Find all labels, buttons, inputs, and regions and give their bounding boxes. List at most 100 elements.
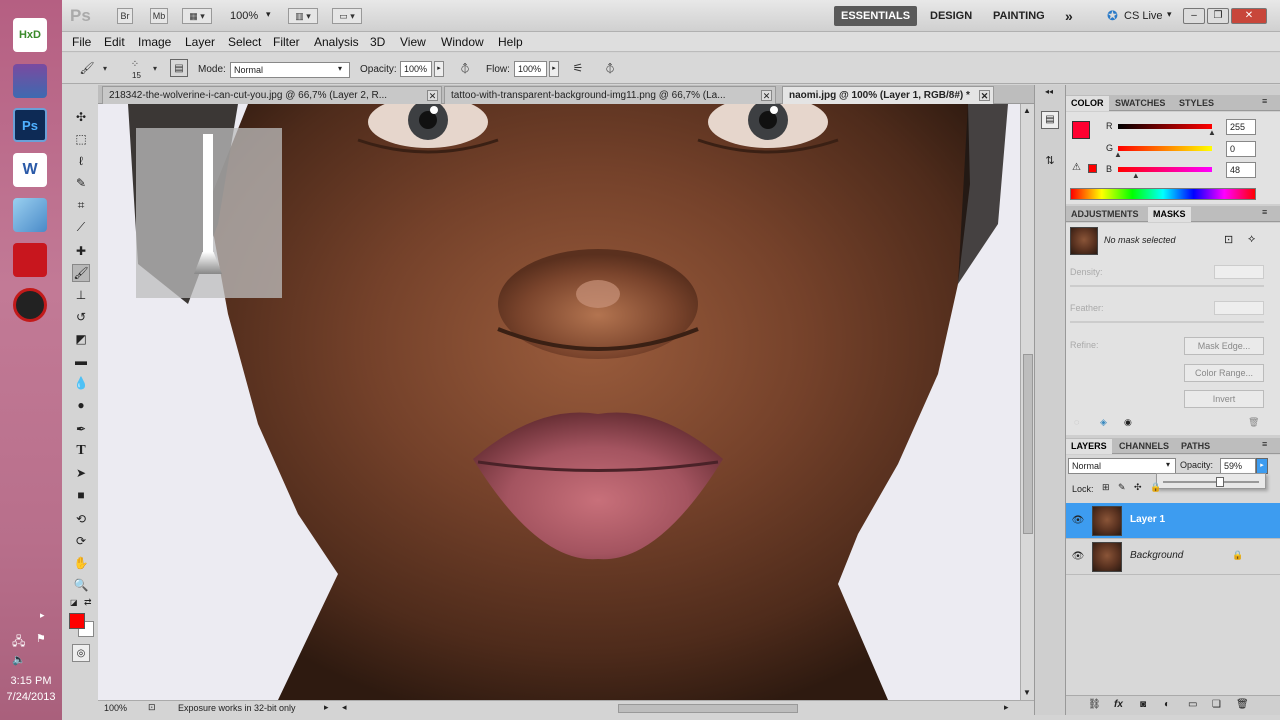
menu-select[interactable]: Select [228, 35, 261, 49]
color-range-button[interactable]: Color Range... [1184, 364, 1264, 382]
menu-filter[interactable]: Filter [273, 35, 300, 49]
vertical-scrollbar[interactable]: ▲ ▼ [1020, 104, 1034, 700]
blur-tool-icon[interactable]: 💧 [72, 374, 90, 392]
adjustment-layer-icon[interactable]: ◐ [1164, 699, 1170, 710]
vm-icon[interactable] [13, 198, 47, 232]
gradient-tool-icon[interactable]: ▬ [72, 352, 90, 370]
b-field[interactable]: 48 [1226, 162, 1256, 178]
menu-image[interactable]: Image [138, 35, 171, 49]
quick-selection-tool-icon[interactable]: ✎ [72, 174, 90, 192]
b-thumb[interactable]: ▲ [1132, 171, 1140, 180]
acrobat-icon[interactable] [13, 243, 47, 277]
apply-mask-icon[interactable]: ◈ [1100, 417, 1107, 428]
swap-colors-icon[interactable]: ⇄ [84, 597, 92, 608]
load-selection-icon[interactable]: ◌ [1074, 417, 1079, 427]
zoom-dropdown-icon[interactable]: ▾ [266, 9, 271, 20]
r-thumb[interactable]: ▲ [1208, 128, 1216, 137]
quick-mask-icon[interactable]: ◎ [72, 644, 90, 662]
menu-layer[interactable]: Layer [185, 35, 215, 49]
lasso-tool-icon[interactable]: ℓ [72, 152, 90, 170]
winrar-icon[interactable] [13, 64, 47, 98]
gamut-warning-icon[interactable]: ⚠ [1072, 162, 1081, 173]
tab-adjustments[interactable]: ADJUSTMENTS [1066, 207, 1144, 222]
zoom-tool-icon[interactable]: 🔍 [72, 576, 90, 594]
color-spectrum-ramp[interactable] [1070, 188, 1256, 200]
cslive-button[interactable]: CS Live [1124, 10, 1163, 22]
opacity-slider-track[interactable] [1163, 477, 1259, 487]
3d-rotate-tool-icon[interactable]: ⟲ [72, 510, 90, 528]
close-button[interactable]: ✕ [1231, 8, 1267, 24]
menu-view[interactable]: View [400, 35, 426, 49]
blend-dropdown-icon[interactable]: ▾ [1166, 460, 1170, 469]
feather-field[interactable] [1214, 301, 1264, 315]
view-extras-button[interactable]: ▦ ▾ [182, 8, 212, 24]
workspace-design[interactable]: DESIGN [923, 6, 979, 26]
layer-name[interactable]: Layer 1 [1130, 514, 1165, 525]
add-mask-icon[interactable]: ◙ [1140, 699, 1146, 710]
hxd-icon[interactable]: HxD [13, 18, 47, 52]
brush-tool-icon[interactable]: 🖌 [72, 264, 90, 282]
default-colors-icon[interactable]: ◪ [70, 598, 78, 607]
actions-panel-icon[interactable]: ⇅ [1041, 153, 1059, 171]
marquee-tool-icon[interactable]: ⬚ [72, 130, 90, 148]
opacity-slider-thumb[interactable] [1215, 477, 1224, 487]
arrange-documents-button[interactable]: ▥ ▾ [288, 8, 318, 24]
lock-image-icon[interactable]: ✎ [1118, 482, 1126, 493]
move-tool-icon[interactable]: ✣ [72, 108, 90, 126]
layer-name[interactable]: Background [1130, 550, 1183, 561]
color-fg-swatch[interactable] [1072, 121, 1090, 139]
menu-edit[interactable]: Edit [104, 35, 125, 49]
preset-dropdown-icon[interactable]: ▾ [96, 59, 114, 77]
delete-mask-icon[interactable]: 🗑 [1248, 417, 1259, 428]
scroll-up-icon[interactable]: ▲ [1023, 106, 1031, 115]
tab-layers[interactable]: LAYERS [1066, 439, 1112, 454]
bridge-button[interactable]: Br [117, 8, 133, 24]
restore-button[interactable]: ❐ [1207, 8, 1229, 24]
gamut-swatch[interactable] [1088, 164, 1097, 173]
photoshop-taskbar-icon[interactable]: Ps [13, 108, 47, 142]
layer-opacity-arrow[interactable]: ▸ [1256, 458, 1268, 474]
feather-slider[interactable] [1070, 321, 1264, 323]
scroll-down-icon[interactable]: ▼ [1023, 688, 1031, 697]
r-field[interactable]: 255 [1226, 119, 1256, 135]
tab-channels[interactable]: CHANNELS [1114, 439, 1174, 454]
invert-button[interactable]: Invert [1184, 390, 1264, 408]
tab-naomi[interactable]: naomi.jpg @ 100% (Layer 1, RGB/8#) * ✕ [782, 86, 994, 104]
layer-opacity-slider-popup[interactable] [1156, 473, 1266, 489]
type-tool-icon[interactable]: T [72, 442, 90, 460]
tab-swatches[interactable]: SWATCHES [1110, 96, 1170, 111]
density-field[interactable] [1214, 265, 1264, 279]
mediaplayer-icon[interactable] [13, 288, 47, 322]
mode-select[interactable]: Normal [230, 62, 350, 78]
new-group-icon[interactable]: ▭ [1188, 699, 1197, 710]
blend-mode-select[interactable]: Normal [1068, 458, 1176, 474]
visibility-eye-icon[interactable]: 👁 [1071, 514, 1085, 528]
tablet-pressure-size-icon[interactable]: ⦽ [601, 59, 619, 77]
menu-help[interactable]: Help [498, 35, 523, 49]
airbrush-icon[interactable]: ⚟ [569, 59, 587, 77]
lock-transparent-icon[interactable]: ⊞ [1102, 482, 1110, 493]
add-vector-mask-icon[interactable]: ⟡ [1248, 233, 1255, 246]
tab-wolverine[interactable]: 218342-the-wolverine-i-can-cut-you.jpg @… [102, 86, 442, 104]
flow-slider-arrow[interactable]: ▸ [549, 61, 559, 77]
scroll-thumb[interactable] [1023, 354, 1033, 534]
screen-mode-button[interactable]: ▭ ▾ [332, 8, 362, 24]
more-workspaces-icon[interactable]: » [1058, 6, 1080, 26]
clock-time[interactable]: 3:15 PM [0, 675, 62, 687]
workspace-painting[interactable]: PAINTING [986, 6, 1052, 26]
word-icon[interactable]: W [13, 153, 47, 187]
cslive-icon[interactable]: ✪ [1107, 8, 1118, 24]
menu-window[interactable]: Window [441, 35, 484, 49]
pen-tool-icon[interactable]: ✒ [72, 420, 90, 438]
brush-preset-icon[interactable]: 🖌 [78, 59, 96, 77]
hscroll-left-icon[interactable]: ◂ [342, 702, 347, 713]
eyedropper-tool-icon[interactable]: ⟋ [72, 218, 90, 236]
opacity-slider-arrow[interactable]: ▸ [434, 61, 444, 77]
add-pixel-mask-icon[interactable]: ⊡ [1224, 233, 1233, 246]
link-layers-icon[interactable]: ⛓ [1088, 699, 1101, 710]
lock-position-icon[interactable]: ✣ [1134, 482, 1142, 493]
close-tab-icon[interactable]: ✕ [761, 90, 772, 101]
minimize-button[interactable]: – [1183, 8, 1205, 24]
tab-color[interactable]: COLOR [1066, 96, 1109, 111]
g-slider[interactable]: ▲ [1114, 146, 1212, 159]
